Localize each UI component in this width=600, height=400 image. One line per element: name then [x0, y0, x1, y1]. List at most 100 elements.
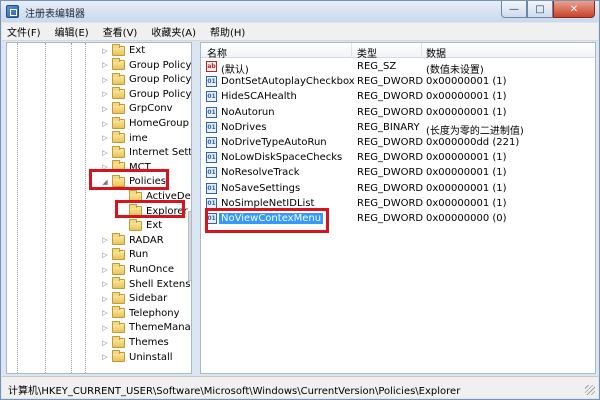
tree-node[interactable]: ▷ Group Policy [101, 58, 191, 73]
tree-node[interactable]: ▷ Ext [101, 43, 145, 58]
tree-node-label: ActiveDeskt [146, 191, 191, 202]
resize-grip-icon[interactable] [585, 385, 595, 395]
tree-node[interactable]: ▷ GrpConv [101, 101, 173, 116]
maximize-button[interactable]: □ [527, 1, 553, 18]
key-tree-pane[interactable]: ▷ Ext ▷ Group Policy ▷ Group Policy E ▷ Group P… [6, 42, 192, 374]
value-data: 0x00000001 (1) [426, 152, 507, 164]
tree-node[interactable]: ▷ Group Policy C [101, 87, 191, 102]
pane-splitter[interactable] [194, 42, 198, 374]
folder-icon [112, 174, 125, 187]
dword-value-icon: 01 [206, 213, 217, 224]
value-data: 0x00000001 (1) [426, 106, 507, 118]
expand-arrow-icon[interactable]: ▷ [101, 236, 109, 244]
value-type: REG_SZ [357, 61, 397, 72]
value-row[interactable]: 01 NoDriveTypeAutoRun REG_DWORD 0x000000dd … [201, 135, 595, 150]
menu-help[interactable]: 帮助(H) [205, 24, 250, 39]
value-row[interactable]: 01 NoLowDiskSpaceChecks REG_DWORD 0x0000000… [201, 150, 595, 165]
tree-scrollbar-thumb[interactable] [188, 211, 191, 281]
tree-guide-line [71, 43, 72, 373]
values-list-pane[interactable]: 名称 类型 数据 ab (默认) REG_SZ (数值未设置) 01 DontSetAut… [200, 42, 596, 374]
tree-node[interactable]: ▷ Sidebar [101, 291, 167, 306]
expand-arrow-icon[interactable]: ▷ [101, 163, 109, 171]
column-divider[interactable] [351, 43, 352, 58]
column-header-data[interactable]: 数据 [426, 45, 446, 60]
expand-arrow-icon[interactable]: ▷ [101, 47, 109, 55]
menu-favorites[interactable]: 收藏夹(A) [146, 24, 201, 39]
value-type: REG_DWORD [357, 106, 424, 118]
value-row[interactable]: 01 NoDrives REG_BINARY (长度为零的二进制值) [201, 120, 595, 137]
value-type: REG_DWORD [357, 213, 424, 224]
value-data: 0x00000001 (1) [426, 76, 507, 88]
value-row[interactable]: 01 NoResolveTrack REG_DWORD 0x00000001 (1) [201, 165, 595, 180]
folder-icon [112, 43, 125, 56]
tree-node[interactable]: ▷ ime [101, 131, 148, 146]
column-header-name[interactable]: 名称 [207, 45, 227, 60]
value-type: REG_BINARY [357, 121, 420, 133]
tree-node[interactable]: ▷ Run [101, 247, 148, 262]
tree-node[interactable]: ▷ HomeGroup [101, 116, 189, 131]
tree-node[interactable]: ▷ ThemeManage [101, 320, 191, 335]
expand-arrow-icon[interactable]: ▷ [101, 295, 109, 303]
expand-arrow-icon[interactable]: ▷ [101, 339, 109, 347]
value-type: REG_DWORD [357, 76, 424, 88]
value-row[interactable]: 01 NoSaveSettings REG_DWORD 0x00000001 (1) [201, 181, 595, 196]
tree-node[interactable]: ▷ Group Policy E [101, 72, 191, 87]
tree-node-label: Uninstall [129, 351, 173, 363]
value-row[interactable]: 01 NoAutorun REG_DWORD 0x00000001 (1) [201, 105, 595, 120]
tree-node-label: HomeGroup [129, 118, 189, 129]
expand-arrow-icon[interactable]: ▷ [101, 149, 109, 157]
tree-node[interactable]: ▷ RunOnce [101, 262, 174, 277]
tree-node[interactable]: ▷ Themes [101, 335, 169, 350]
value-type: REG_DWORD [357, 91, 424, 103]
regedit-app-icon [6, 5, 19, 18]
expand-arrow-icon[interactable]: ▷ [101, 266, 109, 274]
key-path: 计算机\HKEY_CURRENT_USER\Software\Microsoft… [8, 386, 461, 397]
expand-arrow-icon[interactable]: ▷ [101, 309, 109, 317]
tree-node[interactable]: ▷ Telephony [101, 306, 180, 321]
expand-arrow-icon[interactable]: ▷ [101, 90, 109, 98]
expand-arrow-icon[interactable]: ▷ [101, 134, 109, 142]
tree-node[interactable]: ActiveDeskt [118, 189, 191, 204]
tree-node[interactable]: Explorer [118, 204, 188, 219]
menu-file[interactable]: 文件(F) [2, 24, 46, 39]
tree-node-label: RunOnce [129, 264, 175, 275]
expand-arrow-icon[interactable]: ▷ [101, 353, 109, 361]
expand-arrow-icon[interactable]: ▷ [101, 105, 109, 113]
folder-icon [112, 58, 125, 71]
tree-node[interactable]: ▷ Shell Extension [101, 277, 191, 292]
value-data: 0x00000001 (1) [426, 182, 507, 194]
expand-arrow-icon[interactable]: ▷ [101, 61, 109, 69]
value-type: REG_DWORD [357, 152, 424, 164]
value-type: REG_DWORD [357, 197, 424, 209]
expand-arrow-icon[interactable]: ▷ [101, 324, 109, 332]
value-row[interactable]: 01 NoSimpleNetIDList REG_DWORD 0x00000001 (… [201, 196, 595, 211]
value-row[interactable]: 01 HideSCAHealth REG_DWORD 0x00000001 (1) [201, 89, 595, 104]
close-button[interactable]: ✕ [553, 1, 595, 18]
title-bar[interactable]: 注册表编辑器 — □ ✕ [1, 1, 599, 22]
value-row[interactable]: 01 NoViewContexMenu REG_DWORD 0x00000000 (0… [201, 211, 595, 226]
tree-node-label: MCT [129, 161, 151, 173]
tree-node[interactable]: ▷ RADAR [101, 233, 164, 248]
expand-arrow-icon[interactable]: ▷ [101, 280, 109, 288]
value-row[interactable]: 01 DontSetAutoplayCheckbox REG_DWORD 0x0000… [201, 74, 595, 89]
tree-node[interactable]: ▷ MCT [101, 160, 151, 175]
menu-edit[interactable]: 编辑(E) [50, 24, 94, 39]
column-divider[interactable] [421, 43, 422, 58]
dword-value-icon: 01 [206, 137, 217, 148]
menu-view[interactable]: 查看(V) [98, 24, 143, 39]
tree-node[interactable]: ▷ Internet Setting [101, 145, 191, 160]
expand-arrow-icon[interactable]: ▷ [101, 251, 109, 259]
tree-node[interactable]: ◢ Policies [101, 174, 166, 189]
collapse-arrow-icon[interactable]: ◢ [101, 178, 109, 186]
folder-icon [129, 218, 142, 231]
tree-node[interactable]: ▷ Uninstall [101, 350, 173, 365]
expand-arrow-icon[interactable]: ▷ [101, 120, 109, 128]
minimize-button[interactable]: — [501, 1, 527, 18]
expand-arrow-icon[interactable]: ▷ [101, 76, 109, 84]
value-row[interactable]: ab (默认) REG_SZ (数值未设置) [201, 59, 595, 76]
column-header-type[interactable]: 类型 [357, 45, 377, 60]
dword-value-icon: 01 [206, 197, 217, 209]
value-data: 0x00000001 (1) [426, 91, 507, 103]
tree-node[interactable]: Ext [118, 218, 162, 233]
folder-icon [112, 145, 125, 158]
